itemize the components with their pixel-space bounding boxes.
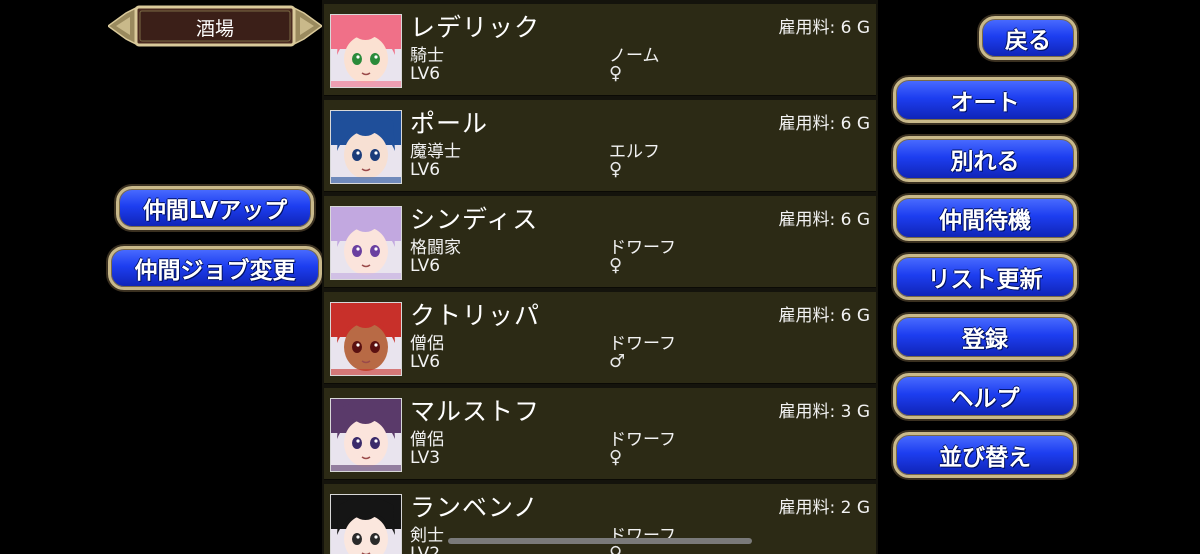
party-lv-up-button[interactable]: 仲間LVアップ xyxy=(116,186,314,230)
character-job: 僧侶 xyxy=(410,430,444,450)
character-gender: ♀ xyxy=(609,63,623,84)
character-gender: ♀ xyxy=(609,447,623,468)
help-button[interactable]: ヘルプ xyxy=(893,373,1077,419)
character-row[interactable]: マルストフ 僧侶 LV3 ドワーフ ♀ 雇用料: 3 G xyxy=(324,388,876,480)
character-name: ランベンノ xyxy=(410,493,539,522)
page-title: 酒場 xyxy=(195,18,234,40)
character-portrait xyxy=(330,398,402,472)
character-row[interactable]: シンディス 格闘家 LV6 ドワーフ ♀ 雇用料: 6 G xyxy=(324,196,876,288)
character-gender: ♀ xyxy=(609,255,623,276)
character-level: LV6 xyxy=(410,160,441,180)
sort-button[interactable]: 並び替え xyxy=(893,432,1077,478)
character-level: LV6 xyxy=(410,64,441,84)
hiring-fee: 雇用料: 3 G xyxy=(778,402,870,422)
back-button[interactable]: 戻る xyxy=(979,16,1077,60)
title-plate: 酒場 xyxy=(108,3,322,49)
part-button[interactable]: 別れる xyxy=(893,136,1077,182)
character-level: LV3 xyxy=(410,448,441,468)
auto-button[interactable]: オート xyxy=(893,77,1077,123)
character-job: 魔導士 xyxy=(410,142,461,162)
hiring-fee: 雇用料: 2 G xyxy=(778,498,870,518)
character-job: 騎士 xyxy=(410,46,444,66)
character-portrait xyxy=(330,494,402,554)
register-button[interactable]: 登録 xyxy=(893,314,1077,360)
character-name: レデリック xyxy=(410,13,541,42)
home-indicator xyxy=(448,538,752,544)
character-row[interactable]: ポール 魔導士 LV6 エルフ ♀ 雇用料: 6 G xyxy=(324,100,876,192)
character-portrait xyxy=(330,206,402,280)
character-name: クトリッパ xyxy=(410,301,541,330)
party-job-change-button[interactable]: 仲間ジョブ変更 xyxy=(108,246,322,290)
character-portrait xyxy=(330,14,402,88)
character-list[interactable]: レデリック 騎士 LV6 ノーム ♀ 雇用料: 6 G ポール 魔導士 LV6 エルフ ♀ 雇用料: … xyxy=(322,0,878,554)
character-name: シンディス xyxy=(410,205,539,234)
hiring-fee: 雇用料: 6 G xyxy=(778,114,870,134)
character-name: ポール xyxy=(410,109,489,138)
character-level: LV6 xyxy=(410,352,441,372)
character-gender: ♀ xyxy=(609,543,623,554)
standby-button[interactable]: 仲間待機 xyxy=(893,195,1077,241)
character-portrait xyxy=(330,302,402,376)
character-gender: ♂ xyxy=(609,351,626,372)
character-name: マルストフ xyxy=(410,397,541,426)
hiring-fee: 雇用料: 6 G xyxy=(778,210,870,230)
hiring-fee: 雇用料: 6 G xyxy=(778,18,870,38)
hiring-fee: 雇用料: 6 G xyxy=(778,306,870,326)
character-level: LV2 xyxy=(410,544,441,554)
character-row[interactable]: レデリック 騎士 LV6 ノーム ♀ 雇用料: 6 G xyxy=(324,4,876,96)
refresh-list-button[interactable]: リスト更新 xyxy=(893,254,1077,300)
character-gender: ♀ xyxy=(609,159,623,180)
character-row[interactable]: クトリッパ 僧侶 LV6 ドワーフ ♂ 雇用料: 6 G xyxy=(324,292,876,384)
character-level: LV6 xyxy=(410,256,441,276)
character-job: 格闘家 xyxy=(410,238,461,258)
character-portrait xyxy=(330,110,402,184)
character-job: 僧侶 xyxy=(410,334,444,354)
character-job: 剣士 xyxy=(410,526,444,546)
